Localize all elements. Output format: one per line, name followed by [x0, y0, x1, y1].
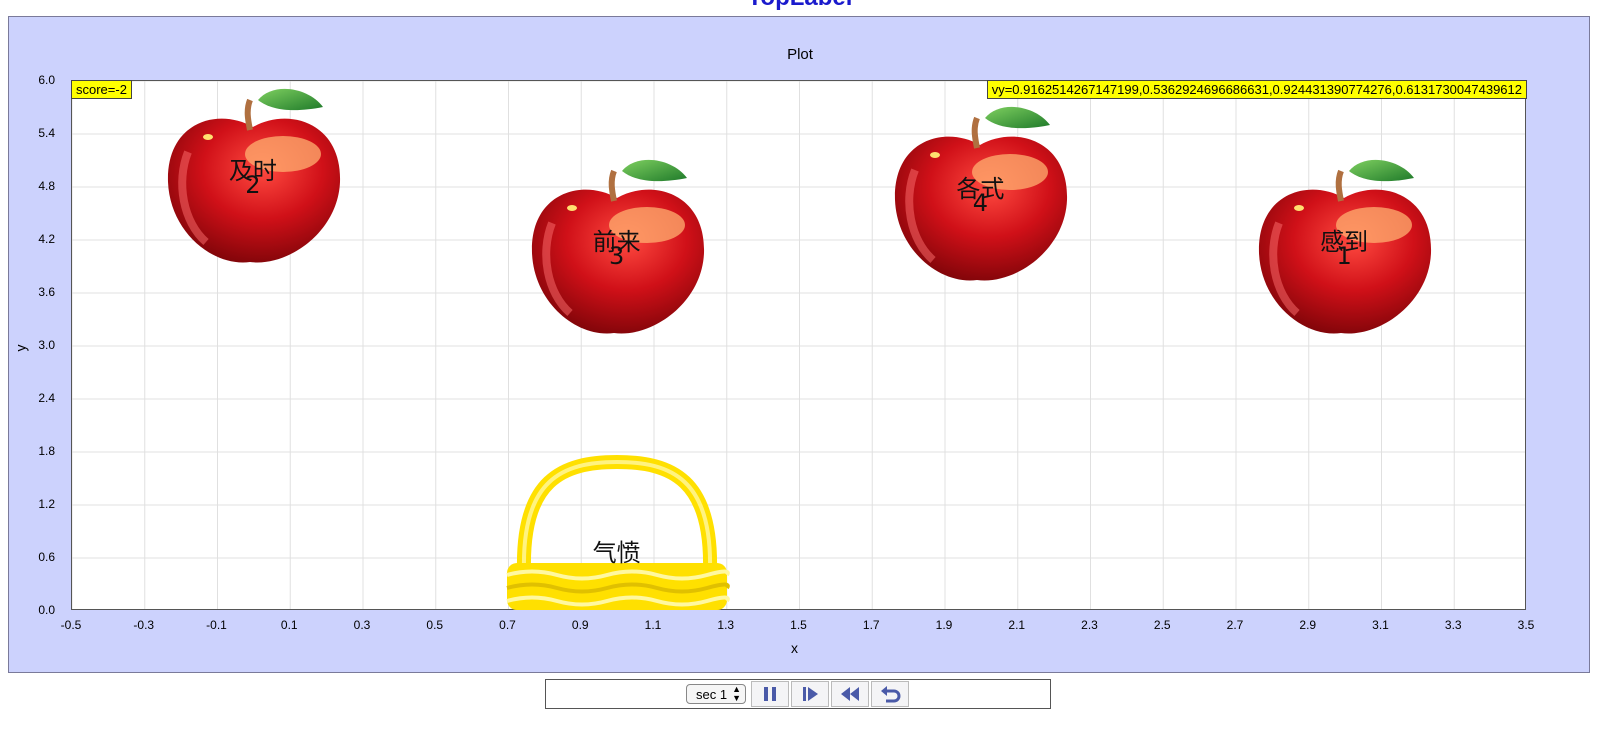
x-tick-label: 2.9 — [1299, 618, 1317, 632]
sec-select[interactable]: sec 1 ▲ ▼ — [686, 684, 746, 704]
pause-button[interactable] — [751, 681, 789, 707]
apple[interactable]: 及时 2 — [158, 82, 348, 272]
x-tick-label: 3.1 — [1372, 618, 1389, 632]
y-axis-label: y — [12, 344, 29, 352]
rewind-button[interactable] — [831, 681, 869, 707]
step-forward-button[interactable] — [791, 681, 829, 707]
x-tick-label: 2.5 — [1153, 618, 1171, 632]
x-tick-label: 0.9 — [571, 618, 589, 632]
apple[interactable]: 前来 3 — [522, 153, 712, 343]
x-tick-label: 1.5 — [790, 618, 807, 632]
x-tick-label: 2.1 — [1008, 618, 1026, 632]
x-tick-label: -0.3 — [133, 618, 155, 632]
y-tick-label: 4.8 — [38, 179, 55, 193]
apple-label: 感到 1 — [1284, 230, 1404, 270]
select-arrows-icon: ▲ ▼ — [732, 684, 741, 703]
apple-label: 各式 4 — [920, 177, 1040, 217]
apple[interactable]: 各式 4 — [885, 100, 1075, 290]
apple-number: 3 — [608, 241, 625, 270]
pause-icon — [764, 687, 776, 701]
x-tick-label: 0.3 — [353, 618, 371, 632]
rewind-icon — [841, 687, 859, 701]
x-tick-label: 0.1 — [280, 618, 298, 632]
y-tick-label: 2.4 — [38, 391, 55, 405]
y-tick-label: 3.0 — [38, 338, 55, 352]
y-tick-label: 0.0 — [38, 603, 55, 617]
reset-button[interactable] — [871, 681, 909, 707]
y-tick-label: 1.2 — [38, 497, 55, 511]
apple-number: 4 — [972, 188, 989, 217]
x-tick-label: -0.5 — [60, 618, 82, 632]
basket-word: 气愤 — [592, 539, 641, 567]
x-tick-label: 1.1 — [644, 618, 662, 632]
y-tick-label: 1.8 — [38, 444, 55, 458]
y-tick-label: 3.6 — [38, 285, 55, 299]
step-forward-icon — [803, 687, 818, 701]
apple-label: 及时 2 — [193, 159, 313, 200]
vy-label: vy=0.9162514267147199,0.5362924696686631… — [986, 80, 1527, 99]
apple-number: 2 — [245, 171, 261, 200]
apple[interactable]: 感到 1 — [1249, 153, 1439, 343]
top-label: TopLabel — [0, 0, 1600, 10]
sec-select-value: sec 1 — [696, 687, 728, 702]
y-tick-label: 4.2 — [38, 232, 55, 246]
x-tick-label: 3.3 — [1444, 618, 1462, 632]
basket[interactable]: 气愤 — [502, 450, 732, 610]
x-tick-label: 1.9 — [935, 618, 953, 632]
apple-label: 前来 3 — [557, 230, 677, 270]
x-tick-label: -0.1 — [206, 618, 227, 632]
basket-icon — [506, 454, 730, 610]
x-tick-label: 0.7 — [499, 618, 516, 632]
plot-title: Plot — [787, 46, 813, 63]
y-tick-label: 0.6 — [38, 550, 55, 564]
reset-icon — [881, 686, 901, 703]
score-label: score=-2 — [71, 80, 132, 99]
apple-number: 1 — [1336, 241, 1352, 270]
x-tick-label: 1.3 — [717, 618, 735, 632]
y-tick-label: 5.4 — [38, 126, 55, 140]
x-axis-label: x — [791, 640, 798, 656]
y-tick-label: 6.0 — [38, 73, 55, 87]
playback-controls: sec 1 ▲ ▼ — [545, 679, 1051, 709]
x-tick-label: 2.3 — [1081, 618, 1098, 632]
x-tick-label: 3.5 — [1517, 618, 1535, 632]
x-tick-label: 2.7 — [1226, 618, 1244, 632]
x-tick-label: 1.7 — [862, 618, 880, 632]
x-tick-label: 0.5 — [426, 618, 444, 632]
